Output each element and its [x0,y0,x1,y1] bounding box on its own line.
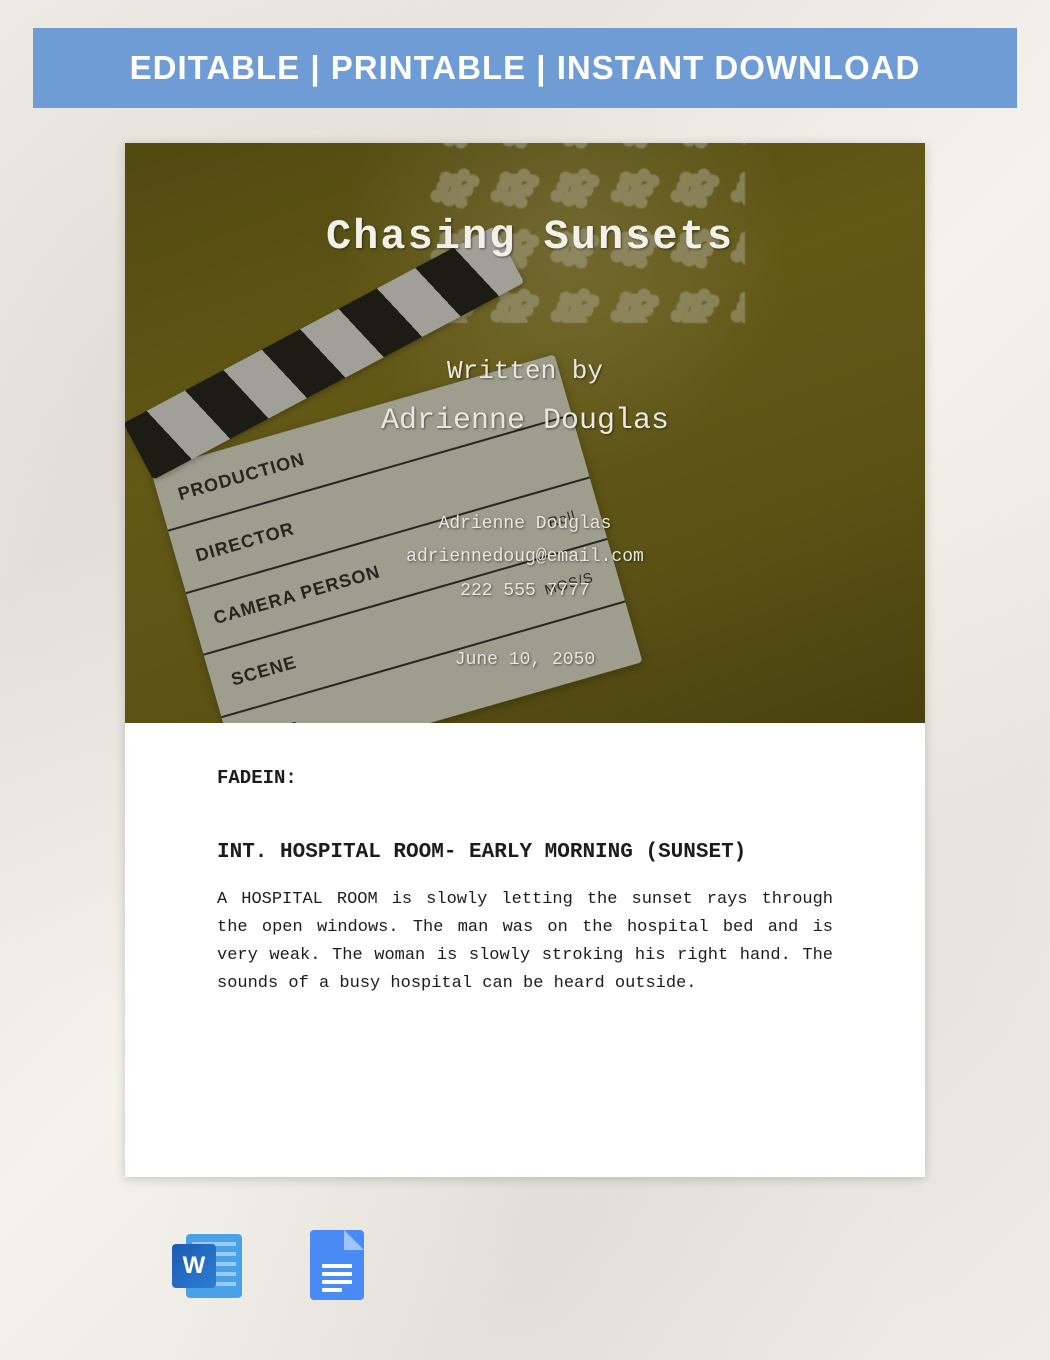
fade-in: FADEIN: [217,767,833,789]
contact-phone: 222 555 7777 [125,575,925,608]
contact-name: Adrienne Douglas [125,508,925,541]
scene-heading: INT. HOSPITAL ROOM- EARLY MORNING (SUNSE… [217,841,833,864]
byline-name: Adrienne Douglas [125,404,925,438]
scene-description: A HOSPITAL ROOM is slowly letting the su… [217,886,833,998]
cover-date: June 10, 2050 [125,650,925,670]
word-letter: W [172,1244,216,1288]
byline-label: Written by [125,356,925,386]
script-body: FADEIN: INT. HOSPITAL ROOM- EARLY MORNIN… [125,723,925,998]
contact-email: adriennedoug@email.com [125,541,925,574]
format-icons: W [172,1230,374,1302]
feature-banner: EDITABLE | PRINTABLE | INSTANT DOWNLOAD [33,28,1017,108]
word-icon[interactable]: W [172,1230,244,1302]
banner-text: EDITABLE | PRINTABLE | INSTANT DOWNLOAD [130,49,921,87]
document-preview: PRODUCTION DIRECTOR CAMERA PERSON Roll S… [125,143,925,1177]
google-docs-icon[interactable] [302,1230,374,1302]
script-title: Chasing Sunsets [135,213,925,261]
cover-text: Chasing Sunsets Written by Adrienne Doug… [125,143,925,670]
cover-hero: PRODUCTION DIRECTOR CAMERA PERSON Roll S… [125,143,925,723]
